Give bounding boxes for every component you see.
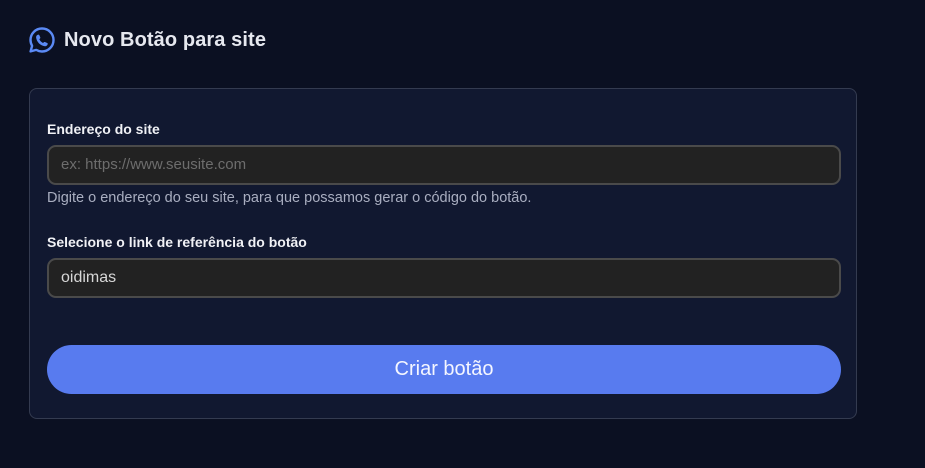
site-address-input[interactable] xyxy=(47,145,841,185)
page: Novo Botão para site Endereço do site Di… xyxy=(0,0,925,468)
form-card: Endereço do site Digite o endereço do se… xyxy=(29,88,857,419)
whatsapp-icon xyxy=(28,26,56,54)
reference-link-select[interactable] xyxy=(47,258,841,298)
site-address-label: Endereço do site xyxy=(47,121,160,137)
site-address-help: Digite o endereço do seu site, para que … xyxy=(47,190,532,206)
create-button-button[interactable]: Criar botão xyxy=(47,345,841,394)
page-header: Novo Botão para site xyxy=(28,26,266,54)
page-title: Novo Botão para site xyxy=(64,28,267,51)
reference-link-label: Selecione o link de referência do botão xyxy=(47,234,307,250)
